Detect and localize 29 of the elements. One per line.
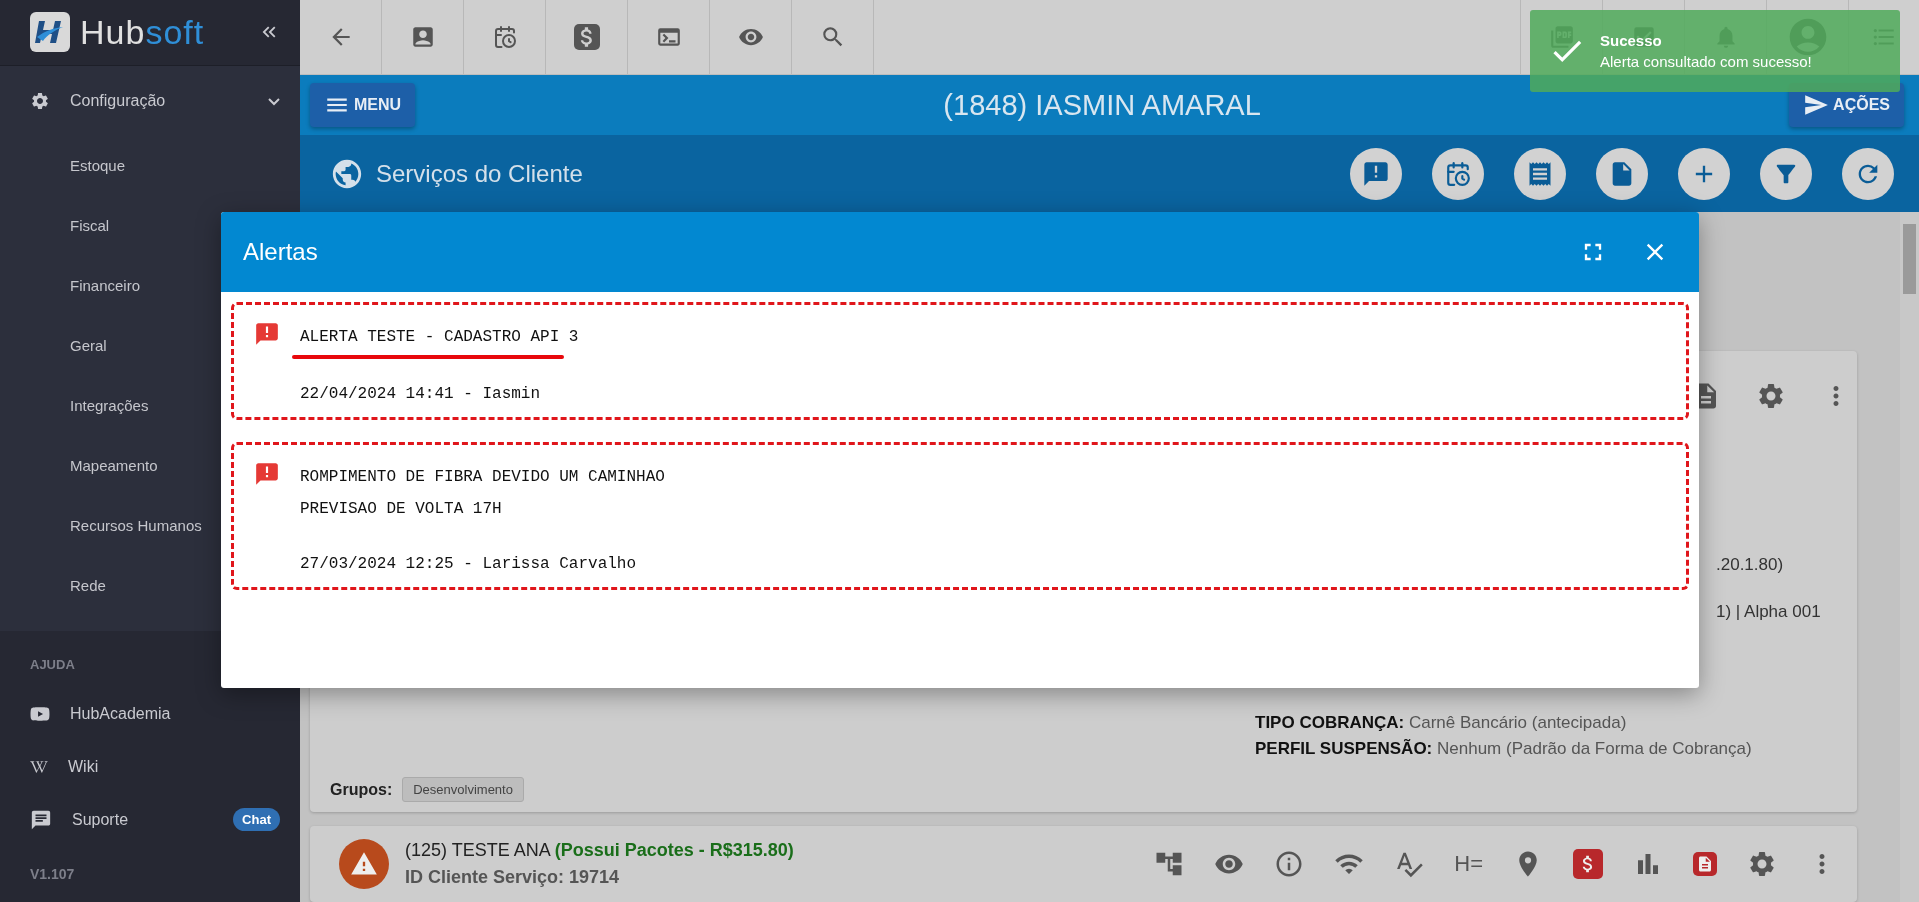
menu-group[interactable]: Configuração	[0, 65, 300, 136]
detail-text: .20.1.80)	[1716, 554, 1784, 575]
alert-text: ROMPIMENTO DE FIBRA DEVIDO UM CAMINHAO	[300, 467, 665, 488]
section-heading: AJUDA	[29, 655, 76, 674]
logo-text: Hubsoft	[80, 13, 206, 52]
field-text: TIPO COBRANÇA: Carnê Bancário (antecipada)	[1255, 713, 1628, 733]
menu-button[interactable]: MENU	[310, 83, 416, 127]
toast-message: Alerta consultado com sucesso!	[1600, 53, 1812, 70]
service-name: (125) TESTE ANA (Possui Pacotes - R$315.80)	[405, 840, 795, 861]
field-text: PERFIL SUSPENSÃO: Nenhum (Padrão da Forma de Cobrança)	[1255, 739, 1753, 759]
dialog-title: Alertas	[243, 238, 319, 266]
alert-meta: 22/04/2024 14:41 - Iasmin	[300, 385, 542, 403]
section-title: Serviços do Cliente	[376, 159, 584, 188]
service-id: ID Cliente Serviço: 19714	[405, 867, 621, 888]
groups-label: Grupos:	[330, 780, 393, 799]
alert-meta: 27/03/2024 12:25 - Larissa Carvalho	[300, 555, 638, 573]
menu-item[interactable]: Suporte	[72, 810, 129, 829]
toast-title: Sucesso	[1600, 32, 1663, 49]
chat-badge: Chat	[233, 808, 280, 832]
menu-item[interactable]: Estoque	[0, 135, 300, 196]
header-icon[interactable]: H=	[1454, 851, 1483, 877]
menu-item[interactable]: HubAcademia	[70, 705, 171, 724]
client-title: (1848) IASMIN AMARAL	[942, 88, 1262, 122]
detail-text: 1) | Alpha 001	[1716, 601, 1821, 622]
menu-item[interactable]: Wiki	[68, 757, 99, 776]
alert-text: PREVISAO DE VOLTA 17H	[300, 499, 503, 520]
version-label: V1.107	[29, 865, 76, 884]
alert-text: ALERTA TESTE - CADASTRO API 3	[300, 327, 579, 348]
group-tag: Desenvolvimento	[402, 777, 524, 802]
